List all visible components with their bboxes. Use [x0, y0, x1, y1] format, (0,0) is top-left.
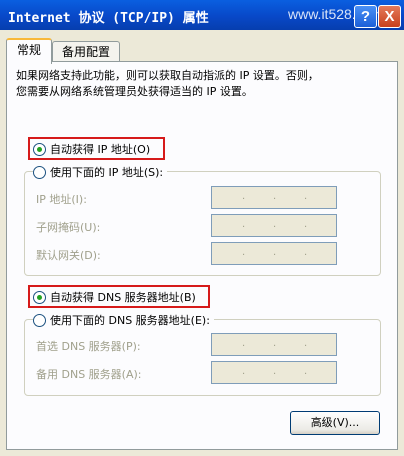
help-button[interactable]: ? [354, 5, 377, 28]
description-line-1: 如果网络支持此功能，则可以获取自动指派的 IP 设置。否则， [16, 69, 319, 82]
use-following-ip-radio[interactable]: 使用下面的 IP 地址(S): [33, 164, 168, 180]
obtain-ip-automatically-label: 自动获得 IP 地址(O) [50, 143, 151, 156]
title-bar[interactable]: Internet 协议 (TCP/IP) 属性 www.it528.com ? … [0, 0, 404, 30]
tab-general[interactable]: 常规 [6, 38, 52, 64]
radio-unselected-icon [33, 313, 46, 327]
close-button[interactable]: X [378, 5, 401, 28]
description-line-2: 您需要从网络系统管理员处获得适当的 IP 设置。 [16, 85, 253, 98]
radio-selected-icon [33, 290, 46, 304]
use-following-dns-label: 使用下面的 DNS 服务器地址(E): [50, 314, 210, 327]
ip-address-label: IP 地址(I): [36, 193, 87, 206]
tab-alternate-configuration[interactable]: 备用配置 [52, 41, 120, 62]
use-following-dns-radio[interactable]: 使用下面的 DNS 服务器地址(E): [33, 312, 214, 328]
use-following-ip-label: 使用下面的 IP 地址(S): [50, 166, 164, 179]
obtain-ip-automatically-radio[interactable]: 自动获得 IP 地址(O) [33, 141, 150, 157]
window-title: Internet 协议 (TCP/IP) 属性 [8, 11, 209, 26]
subnet-mask-label: 子网掩码(U): [36, 221, 101, 234]
radio-unselected-icon [33, 165, 46, 179]
alternate-dns-label: 备用 DNS 服务器(A): [36, 368, 142, 381]
preferred-dns-label: 首选 DNS 服务器(P): [36, 340, 141, 353]
obtain-dns-automatically-label: 自动获得 DNS 服务器地址(B) [50, 291, 196, 304]
radio-selected-icon [33, 142, 46, 156]
obtain-dns-automatically-radio[interactable]: 自动获得 DNS 服务器地址(B) [33, 289, 196, 305]
default-gateway-label: 默认网关(D): [36, 249, 101, 262]
subnet-mask-field[interactable]: ... [211, 214, 337, 237]
preferred-dns-field[interactable]: ... [211, 333, 337, 356]
ip-address-field[interactable]: ... [211, 186, 337, 209]
default-gateway-field[interactable]: ... [211, 242, 337, 265]
advanced-button[interactable]: 高级(V)... [290, 411, 380, 435]
alternate-dns-field[interactable]: ... [211, 361, 337, 384]
description-text: 如果网络支持此功能，则可以获取自动指派的 IP 设置。否则， 您需要从网络系统管… [16, 68, 376, 100]
dns-fields-group [24, 319, 381, 396]
